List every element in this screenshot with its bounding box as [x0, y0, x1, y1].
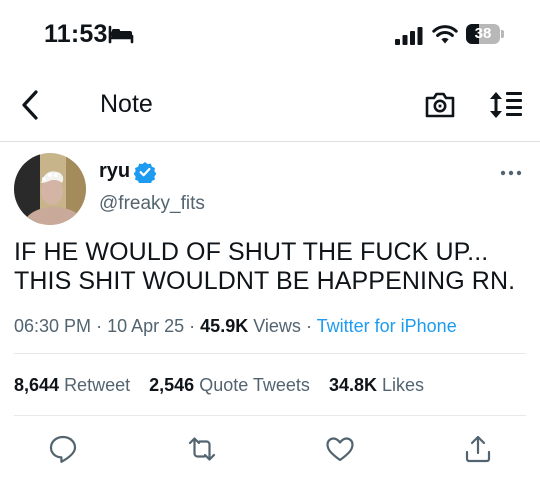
- battery-nub: [501, 30, 504, 38]
- tweet-text-line: IF HE WOULD OF SHUT THE FUCK UP...: [14, 238, 489, 266]
- battery-icon: 38: [466, 24, 500, 44]
- share-icon[interactable]: [463, 434, 493, 464]
- source-link[interactable]: Twitter for iPhone: [317, 316, 457, 336]
- tweet-date: 10 Apr 25: [107, 316, 185, 336]
- sort-icon[interactable]: [488, 89, 524, 121]
- more-options-icon[interactable]: [500, 168, 522, 178]
- tweet-meta: 06:30 PM · 10 Apr 25 · 45.9K Views · Twi…: [14, 316, 457, 337]
- separator: ·: [189, 316, 196, 336]
- retweet-icon[interactable]: [187, 434, 217, 464]
- back-chevron-icon[interactable]: [16, 88, 46, 122]
- display-name[interactable]: ryu: [99, 160, 130, 183]
- divider: [14, 353, 526, 354]
- separator: ·: [305, 316, 312, 336]
- verified-badge-icon: [134, 161, 157, 183]
- page-title: Note: [100, 90, 153, 118]
- quote-tweet-count[interactable]: 2,546: [149, 375, 194, 395]
- like-count[interactable]: 34.8K: [329, 375, 377, 395]
- tweet-text: IF HE WOULD OF SHUT THE FUCK UP... THIS …: [14, 238, 529, 296]
- retweet-count[interactable]: 8,644: [14, 375, 59, 395]
- separator: ·: [96, 316, 103, 336]
- status-time: 11:53: [44, 20, 108, 48]
- like-icon[interactable]: [325, 434, 355, 464]
- avatar[interactable]: [14, 153, 86, 225]
- camera-icon[interactable]: [424, 89, 456, 119]
- like-label[interactable]: Likes: [382, 375, 424, 395]
- wifi-icon: [432, 25, 458, 44]
- battery-percentage: 38: [474, 25, 492, 42]
- nav-bar: Note: [0, 70, 540, 142]
- avatar-photo: [14, 153, 86, 225]
- tweet-time: 06:30 PM: [14, 316, 92, 336]
- status-bar: 11:53 38: [0, 0, 540, 70]
- retweet-label[interactable]: Retweet: [64, 375, 130, 395]
- engagement-stats: 8,644 Retweet 2,546 Quote Tweets 34.8K L…: [14, 375, 424, 396]
- bed-icon: [108, 25, 134, 44]
- quote-tweet-label[interactable]: Quote Tweets: [199, 375, 310, 395]
- views-count: 45.9K: [200, 316, 249, 336]
- divider: [14, 415, 526, 416]
- views-label: Views: [253, 316, 301, 336]
- tweet-text-line: THIS SHIT WOULDNT BE HAPPENING RN.: [14, 267, 516, 295]
- author-name-row: ryu: [99, 160, 157, 183]
- username-handle[interactable]: @freaky_fits: [99, 193, 205, 215]
- reply-icon[interactable]: [48, 434, 78, 464]
- cellular-signal-icon: [395, 27, 423, 45]
